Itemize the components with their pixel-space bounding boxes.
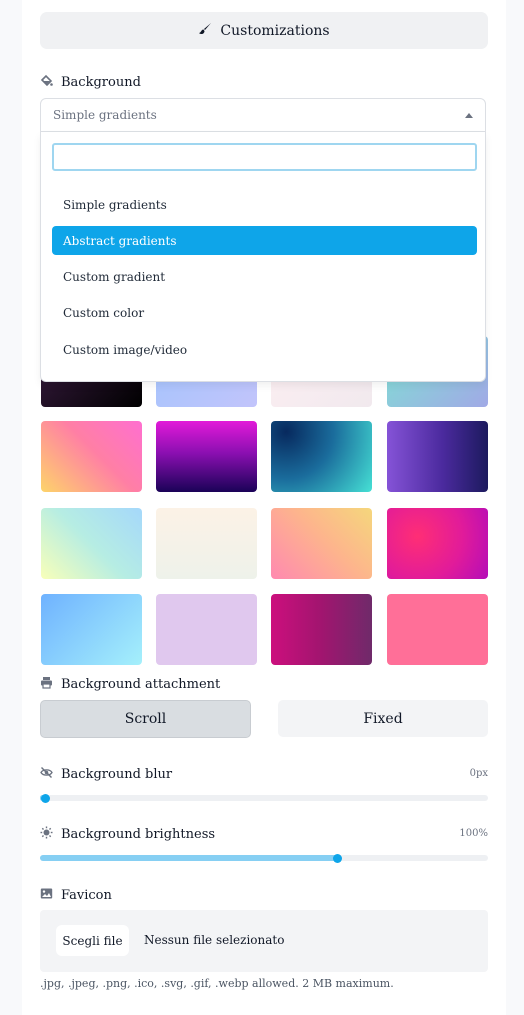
option-custom-gradient[interactable]: Custom gradient: [52, 262, 477, 291]
favicon-label-row: Favicon: [40, 887, 112, 904]
option-custom-color[interactable]: Custom color: [52, 298, 477, 327]
blur-value: 0px: [469, 768, 488, 779]
attachment-label: Background attachment: [61, 677, 221, 692]
gradient-tile[interactable]: [271, 421, 372, 492]
option-abstract-gradients[interactable]: Abstract gradients: [52, 226, 477, 255]
image-icon: [40, 887, 53, 904]
attachment-scroll-button[interactable]: Scroll: [40, 700, 251, 738]
gradient-tile[interactable]: [41, 508, 142, 579]
eye-slash-icon: [40, 766, 53, 783]
file-status-text: Nessun file selezionato: [144, 933, 285, 947]
blur-slider[interactable]: [40, 793, 488, 803]
gradient-tile[interactable]: [156, 421, 257, 492]
background-dropdown: Simple gradients Abstract gradients Cust…: [40, 132, 486, 382]
gradient-tile[interactable]: [387, 594, 488, 665]
gradient-tile[interactable]: [41, 594, 142, 665]
brightness-slider-thumb[interactable]: [333, 853, 343, 863]
paint-bucket-icon: [40, 74, 53, 91]
option-custom-image-video[interactable]: Custom image/video: [52, 335, 477, 364]
dropdown-search-input[interactable]: [52, 143, 477, 171]
brush-icon: [198, 22, 212, 40]
gradient-tile[interactable]: [41, 421, 142, 492]
background-label-row: Background: [40, 74, 141, 91]
gradient-tile[interactable]: [271, 508, 372, 579]
gradient-tile[interactable]: [387, 421, 488, 492]
brightness-label-row: Background brightness: [40, 826, 215, 843]
favicon-file-input[interactable]: Scegli file Nessun file selezionato: [40, 910, 488, 972]
customizations-button[interactable]: Customizations: [40, 12, 488, 49]
option-simple-gradients[interactable]: Simple gradients: [52, 190, 477, 219]
favicon-label: Favicon: [61, 888, 112, 903]
gradient-tile[interactable]: [156, 594, 257, 665]
background-select[interactable]: Simple gradients: [40, 98, 486, 132]
background-label: Background: [61, 75, 141, 90]
customizations-label: Customizations: [220, 22, 330, 39]
sun-icon: [40, 826, 53, 843]
favicon-hint: .jpg, .jpeg, .png, .ico, .svg, .gif, .we…: [40, 977, 394, 990]
attachment-fixed-button[interactable]: Fixed: [278, 700, 488, 737]
printer-icon: [40, 676, 53, 693]
gradient-tile[interactable]: [271, 594, 372, 665]
brightness-slider[interactable]: [40, 853, 488, 863]
attachment-label-row: Background attachment: [40, 676, 220, 693]
gradient-tile[interactable]: [156, 508, 257, 579]
gradient-tile[interactable]: [387, 508, 488, 579]
brightness-slider-fill: [40, 855, 338, 861]
brightness-label: Background brightness: [61, 827, 216, 842]
choose-file-button[interactable]: Scegli file: [56, 925, 129, 956]
caret-up-icon: [465, 113, 473, 118]
brightness-value: 100%: [459, 828, 488, 839]
blur-label: Background blur: [61, 767, 173, 782]
blur-label-row: Background blur: [40, 766, 172, 783]
blur-slider-thumb[interactable]: [40, 793, 50, 803]
background-selected-value: Simple gradients: [53, 108, 157, 122]
